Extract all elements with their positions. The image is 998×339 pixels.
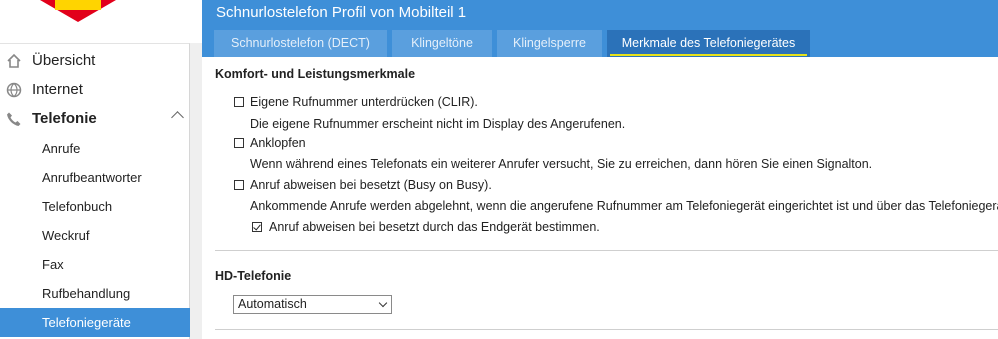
tab-klingeltoene[interactable]: Klingeltöne xyxy=(392,30,492,57)
sidebar-subitem-label: Weckruf xyxy=(42,228,90,243)
clir-checkbox[interactable] xyxy=(234,97,244,107)
sidebar-subitem-anrufe[interactable]: Anrufe xyxy=(0,134,190,163)
sidebar-item-label: Telefonie xyxy=(32,110,97,127)
sidebar-subitem-telefonbuch[interactable]: Telefonbuch xyxy=(0,192,190,221)
hd-telefonie-select-value: Automatisch xyxy=(238,297,307,311)
sidebar-item-internet[interactable]: Internet xyxy=(0,75,190,104)
section-divider xyxy=(215,250,998,251)
chevron-down-icon xyxy=(378,298,388,308)
section-title-hd: HD-Telefonie xyxy=(215,269,292,283)
busy-on-busy-label[interactable]: Anruf abweisen bei besetzt (Busy on Busy… xyxy=(250,178,492,192)
sidebar-subitem-rufbehandlung[interactable]: Rufbehandlung xyxy=(0,279,190,308)
sidebar-subitem-label: Telefonbuch xyxy=(42,199,113,214)
hd-telefonie-select[interactable]: Automatisch xyxy=(233,295,392,314)
sidebar-subitem-weckruf[interactable]: Weckruf xyxy=(0,221,190,250)
logo-area xyxy=(0,0,202,43)
phone-icon xyxy=(6,111,22,127)
sidebar-subitem-label: Telefoniegeräte xyxy=(42,315,131,330)
busy-device-checkbox[interactable] xyxy=(252,222,262,232)
busy-device-label[interactable]: Anruf abweisen bei besetzt durch das End… xyxy=(269,220,600,234)
home-icon xyxy=(6,53,22,69)
fritz-logo-accent xyxy=(55,0,101,10)
sidebar-subitem-label: Fax xyxy=(42,257,64,272)
anklopfen-description: Wenn während eines Telefonats ein weiter… xyxy=(250,157,873,171)
tab-klingelsperre[interactable]: Klingelsperre xyxy=(497,30,602,57)
page-header: Schnurlostelefon Profil von Mobilteil 1 … xyxy=(202,0,998,57)
sidebar-subitem-anrufbeantworter[interactable]: Anrufbeantworter xyxy=(0,163,190,192)
clir-label[interactable]: Eigene Rufnummer unterdrücken (CLIR). xyxy=(250,95,478,109)
tab-merkmale[interactable]: Merkmale des Telefoniegerätes xyxy=(607,30,810,57)
sidebar-subitem-label: Rufbehandlung xyxy=(42,286,131,301)
sidebar-item-label: Übersicht xyxy=(32,52,96,69)
globe-icon xyxy=(6,82,22,98)
section-divider-bottom xyxy=(215,329,998,330)
sidebar: Übersicht Internet Telefonie Anrufe Anru… xyxy=(0,43,190,339)
page-title: Schnurlostelefon Profil von Mobilteil 1 xyxy=(216,4,467,21)
sidebar-item-uebersicht[interactable]: Übersicht xyxy=(0,46,190,75)
section-title-komfort: Komfort- und Leistungsmerkmale xyxy=(215,67,416,81)
sidebar-item-label: Internet xyxy=(32,81,83,98)
anklopfen-label[interactable]: Anklopfen xyxy=(250,136,306,150)
chevron-up-icon[interactable] xyxy=(171,111,184,124)
clir-description: Die eigene Rufnummer erscheint nicht im … xyxy=(250,117,626,131)
anklopfen-checkbox[interactable] xyxy=(234,138,244,148)
sidebar-item-telefonie[interactable]: Telefonie xyxy=(0,104,190,133)
sidebar-gap xyxy=(190,43,202,339)
tab-schnurlostelefon[interactable]: Schnurlostelefon (DECT) xyxy=(214,30,387,57)
sidebar-subitem-label: Anrufbeantworter xyxy=(42,170,142,185)
sidebar-subitem-telefoniegeraete[interactable]: Telefoniegeräte xyxy=(0,308,190,337)
sidebar-subitem-label: Anrufe xyxy=(42,141,81,156)
busy-on-busy-description: Ankommende Anrufe werden abgelehnt, wenn… xyxy=(250,199,998,213)
sidebar-subitem-fax[interactable]: Fax xyxy=(0,250,190,279)
busy-on-busy-checkbox[interactable] xyxy=(234,180,244,190)
